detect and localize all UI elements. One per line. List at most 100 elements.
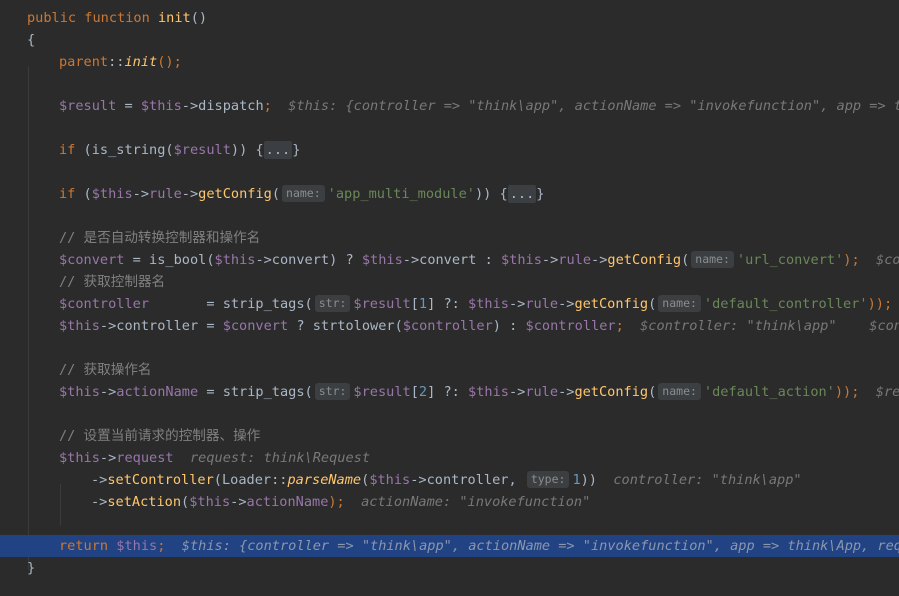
parameter-name-hint: type: [526, 471, 570, 488]
code-token: = strip_tags( [149, 296, 313, 312]
code-token: 1 [418, 296, 428, 312]
code-token: -> [91, 472, 108, 488]
code-token: return [59, 538, 109, 554]
code-token: dispatch [198, 98, 264, 114]
code-line[interactable]: parent::init(); [0, 51, 899, 73]
code-token: -> [558, 296, 575, 312]
code-token: -> [181, 186, 199, 202]
current-code-line[interactable]: return $this; $this: {controller => "thi… [0, 535, 899, 557]
code-line[interactable]: } [0, 557, 899, 579]
code-line[interactable]: ->setController(Loader::parseName($this-… [0, 469, 899, 491]
code-token: ; [615, 318, 624, 334]
code-token: actionName [246, 494, 329, 510]
code-token: -> [508, 296, 526, 312]
code-token: getConfig [574, 296, 649, 312]
code-token: actionName [116, 384, 199, 400]
code-token: [ [410, 296, 419, 312]
debug-value-hint: $c [892, 296, 899, 312]
code-token: ( [648, 296, 657, 312]
debug-value-hint: $resul [875, 384, 899, 400]
debug-value-hint: actionName: "invokefunction" [344, 494, 591, 510]
code-line[interactable]: $this->controller = $convert ? strtolowe… [0, 315, 899, 337]
code-line[interactable]: $controller = strip_tags(str: $result[1] … [0, 293, 899, 315]
code-line-text: // 获取控制器名 [59, 271, 165, 293]
code-token: )) [580, 472, 597, 488]
debug-value-hint: $controller: "think\app" $conve [623, 318, 899, 334]
code-token: )); [834, 384, 860, 400]
debug-value-hint: controller: "think\app" [597, 472, 802, 488]
code-token: getConfig [607, 252, 682, 268]
code-token: rule [149, 186, 182, 202]
code-line-text: public function init() [27, 7, 207, 29]
code-line[interactable]: $this->request request: think\Request [0, 447, 899, 469]
code-line[interactable]: // 是否自动转换控制器和操作名 [0, 227, 899, 249]
code-token: (); [157, 54, 182, 70]
code-token: ->controller = [99, 318, 223, 334]
code-line[interactable]: if ($this->rule->getConfig(name:'app_mul… [0, 183, 899, 205]
code-token: function [84, 10, 150, 26]
code-line-text: return $this; $this: {controller => "thi… [59, 535, 899, 557]
code-line[interactable]: public function init() [0, 7, 899, 29]
code-token: () [190, 10, 208, 26]
code-line-text: parent::init(); [59, 51, 182, 73]
code-token: ( [648, 384, 657, 400]
code-line-text: } [27, 557, 35, 579]
code-token: $this [140, 98, 182, 114]
code-line-text: { [27, 29, 35, 51]
code-line[interactable]: $result = $this->dispatch; $this: {contr… [0, 95, 899, 117]
debug-value-hint: $this: {controller => "think\app", actio… [165, 538, 899, 554]
code-token: init [124, 54, 158, 70]
code-token: ; [263, 98, 272, 114]
code-comment: // 获取控制器名 [59, 274, 166, 290]
code-line-text: ->setAction($this->actionName); actionNa… [91, 491, 590, 513]
code-token: 'app_multi_module' [327, 186, 475, 202]
code-line[interactable]: // 获取操作名 [0, 359, 899, 381]
code-token: $controller [59, 296, 150, 312]
code-token: ); [328, 494, 345, 510]
code-token: 'url_convert' [736, 252, 844, 268]
code-token: ] ?: [427, 296, 469, 312]
code-line-text: $controller = strip_tags(str: $result[1] … [59, 293, 899, 315]
code-line[interactable]: // 设置当前请求的控制器、操作 [0, 425, 899, 447]
code-token: $convert [59, 252, 125, 268]
code-token: $this [59, 450, 100, 466]
code-token: ) : [492, 318, 526, 334]
debug-value-hint: "invokefunction" [689, 98, 821, 114]
debug-value-hint: request: think\Request [173, 450, 371, 466]
code-token: request [116, 450, 174, 466]
code-line[interactable]: { [0, 29, 899, 51]
debug-value-hint: , app => thi [820, 98, 899, 114]
code-line[interactable]: ->setAction($this->actionName); actionNa… [0, 491, 899, 513]
code-line[interactable]: $convert = is_bool($this->convert) ? $th… [0, 249, 899, 271]
code-token: )) { [474, 186, 508, 202]
code-token: -> [591, 252, 608, 268]
code-token: )); [867, 296, 893, 312]
code-line[interactable]: // 获取控制器名 [0, 271, 899, 293]
code-token: -> [99, 450, 117, 466]
folded-code-block[interactable]: ... [507, 185, 537, 203]
code-token: ( [681, 252, 690, 268]
parameter-name-hint: name: [282, 185, 325, 202]
parameter-name-hint: name: [691, 251, 734, 268]
code-comment: // 设置当前请求的控制器、操作 [59, 428, 261, 444]
code-line[interactable]: $this->actionName = strip_tags(str: $resu… [0, 381, 899, 403]
folded-code-block[interactable]: ... [263, 141, 293, 159]
code-token: rule [525, 296, 559, 312]
code-token: = [116, 98, 141, 114]
code-token: setAction [107, 494, 182, 510]
code-token: if [59, 142, 76, 158]
code-editor[interactable]: public function init(){parent::init();$r… [0, 0, 899, 596]
code-token: setController [107, 472, 214, 488]
debug-value-hint: actionName => [574, 98, 690, 114]
code-token: $this [500, 252, 542, 268]
code-token: $this [59, 318, 100, 334]
code-token: -> [508, 384, 526, 400]
code-token: ? strtolower( [288, 318, 403, 334]
code-token: $this [369, 472, 411, 488]
code-token: $this [189, 494, 231, 510]
code-token: 'default_controller' [703, 296, 868, 312]
code-line[interactable]: if (is_string($result)) {...} [0, 139, 899, 161]
code-token: { [27, 32, 36, 48]
code-line-text: $convert = is_bool($this->convert) ? $th… [59, 249, 899, 271]
code-token: $result [59, 98, 117, 114]
